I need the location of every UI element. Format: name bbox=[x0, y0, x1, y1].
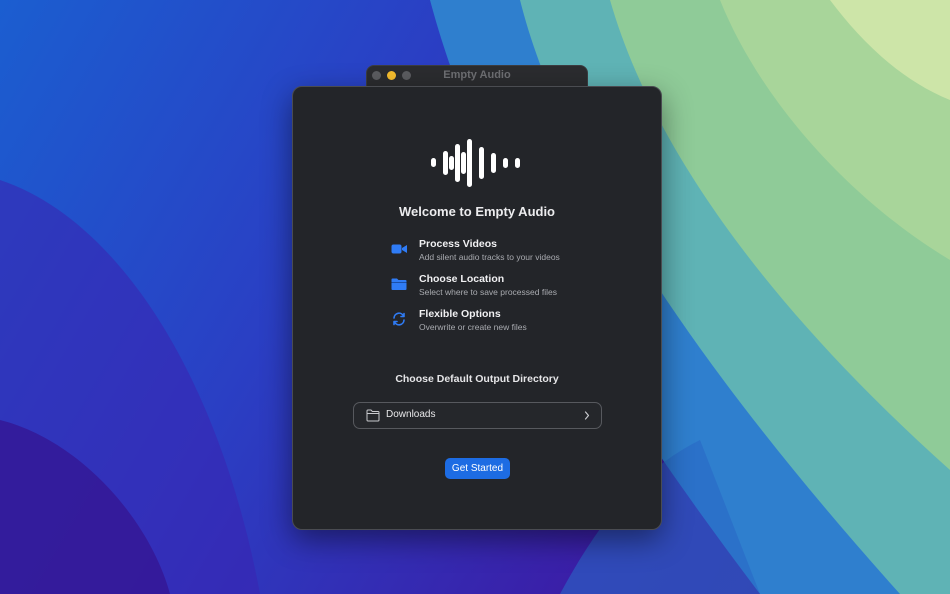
feature-description: Overwrite or create new files bbox=[419, 322, 527, 332]
welcome-title: Welcome to Empty Audio bbox=[398, 204, 555, 219]
output-directory-value: Downloads bbox=[386, 409, 436, 420]
get-started-button[interactable]: Get Started bbox=[445, 458, 510, 479]
feature-flexible-options: Flexible Options Overwrite or create new… bbox=[391, 308, 621, 338]
output-directory-heading: Choose Default Output Directory bbox=[395, 373, 559, 385]
sync-arrows-icon bbox=[393, 312, 405, 326]
feature-description: Add silent audio tracks to your videos bbox=[419, 252, 560, 262]
chevron-right-icon bbox=[584, 411, 590, 420]
output-directory-picker[interactable]: Downloads bbox=[353, 402, 602, 429]
welcome-dialog: Welcome to Empty Audio Process Videos Ad… bbox=[292, 86, 662, 530]
video-camera-icon bbox=[391, 244, 407, 254]
feature-title: Choose Location bbox=[419, 273, 505, 285]
feature-process-videos: Process Videos Add silent audio tracks t… bbox=[391, 238, 621, 268]
feature-title: Process Videos bbox=[419, 238, 498, 250]
feature-description: Select where to save processed files bbox=[419, 287, 557, 297]
window-title: Empty Audio bbox=[443, 69, 511, 81]
folder-icon bbox=[391, 278, 407, 290]
waveform-icon bbox=[431, 139, 520, 187]
feature-choose-location: Choose Location Select where to save pro… bbox=[391, 273, 621, 303]
feature-title: Flexible Options bbox=[419, 308, 501, 320]
folder-outline-icon bbox=[366, 409, 380, 422]
desktop: Empty Audio Welcome to Empty Audio Proce… bbox=[0, 0, 950, 594]
